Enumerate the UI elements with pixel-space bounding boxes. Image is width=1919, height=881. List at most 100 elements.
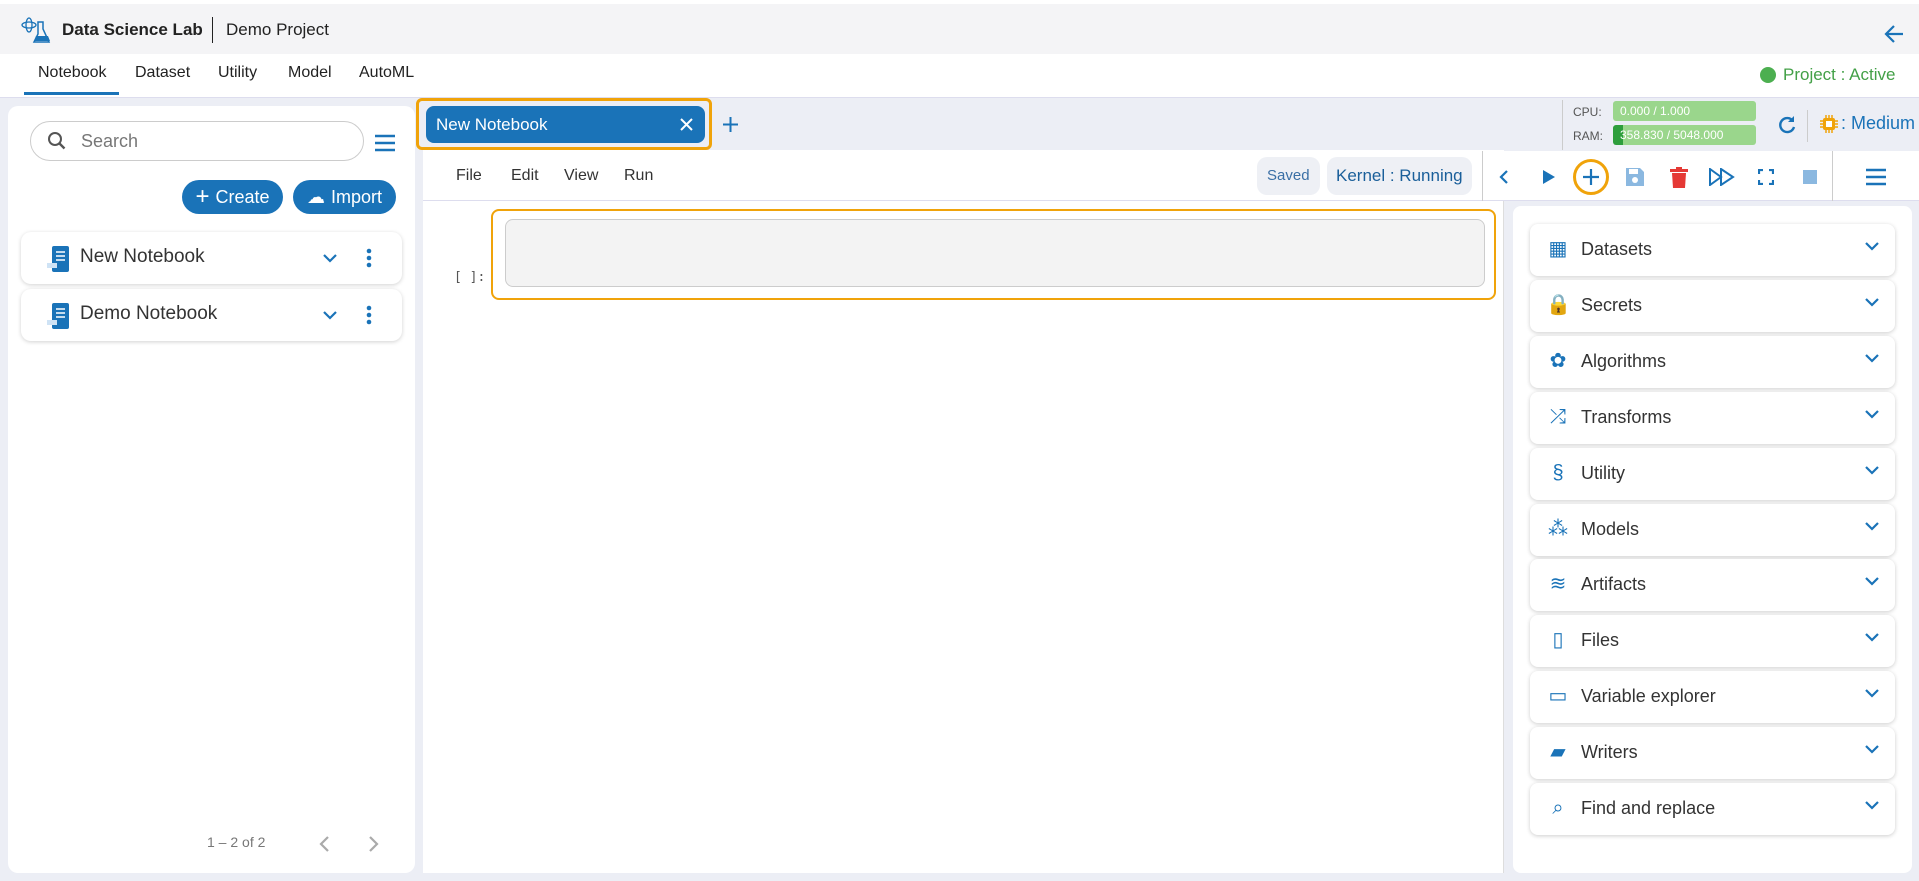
chevron-down-icon[interactable]	[1865, 689, 1879, 698]
notebook-item[interactable]: Demo Notebook	[21, 289, 402, 341]
tab-utility[interactable]: Utility	[218, 64, 257, 82]
divider	[1832, 151, 1833, 201]
notebook-list-panel	[8, 106, 415, 873]
chevron-down-icon[interactable]	[1865, 745, 1879, 754]
chevron-down-icon[interactable]	[1865, 354, 1879, 363]
accordion-label: Artifacts	[1581, 574, 1647, 595]
saved-status: Saved	[1257, 157, 1320, 195]
accordion-models[interactable]: ⁂ Models	[1530, 503, 1895, 556]
delete-icon[interactable]	[1665, 163, 1693, 191]
notebook-icon	[47, 303, 69, 329]
list-menu-icon[interactable]	[374, 134, 396, 152]
prev-page-icon[interactable]	[318, 835, 330, 853]
import-button[interactable]: ☁ Import	[293, 180, 396, 214]
file-icon: ▯	[1552, 629, 1564, 652]
accordion-algorithms[interactable]: ✿ Algorithms	[1530, 335, 1895, 388]
search-placeholder: Search	[81, 131, 139, 151]
top-bar: Data Science Lab Demo Project	[0, 0, 1919, 54]
divider	[1503, 201, 1504, 873]
accordion-files[interactable]: ▯ Files	[1530, 615, 1895, 668]
import-label: Import	[330, 186, 382, 207]
pagination-text: 1 – 2 of 2	[207, 834, 266, 850]
notebook-icon	[47, 246, 69, 272]
accordion-secrets[interactable]: 🔒 Secrets	[1530, 279, 1895, 332]
chevron-down-icon[interactable]	[323, 254, 337, 263]
panel-menu-icon[interactable]	[1862, 163, 1890, 191]
tab-automl[interactable]: AutoML	[359, 64, 414, 82]
find-icon: ⌕	[1552, 797, 1564, 819]
accordion-variable-explorer[interactable]: ▭ Variable explorer	[1530, 671, 1895, 724]
plus-icon: +	[195, 183, 210, 210]
chevron-down-icon[interactable]	[1865, 577, 1879, 586]
close-icon[interactable]	[680, 118, 693, 131]
add-tab-icon[interactable]	[722, 116, 739, 133]
accordion-label: Variable explorer	[1581, 686, 1716, 707]
menu-file[interactable]: File	[456, 167, 482, 185]
tab-model[interactable]: Model	[288, 64, 332, 82]
accordion-writers[interactable]: ▰ Writers	[1530, 727, 1895, 780]
accordion-find-and-replace[interactable]: ⌕ Find and replace	[1530, 783, 1895, 835]
menu-run[interactable]: Run	[624, 167, 653, 185]
chevron-down-icon[interactable]	[1865, 521, 1879, 531]
menu-edit[interactable]: Edit	[511, 167, 539, 185]
accordion-datasets[interactable]: ▦ Datasets	[1530, 224, 1895, 276]
ram-value: 358.830 / 5048.000	[1620, 128, 1724, 142]
create-button[interactable]: + Create	[182, 180, 283, 214]
shuffle-icon: ⤮	[1550, 405, 1566, 428]
more-vert-icon[interactable]	[366, 305, 372, 325]
kernel-status[interactable]: Kernel : Running	[1327, 157, 1472, 195]
search-input[interactable]: Search	[30, 121, 364, 161]
next-page-icon[interactable]	[368, 835, 380, 853]
accordion-label: Writers	[1581, 742, 1638, 763]
notebook-tab[interactable]: New Notebook	[426, 106, 705, 143]
menu-view[interactable]: View	[564, 167, 598, 185]
accordion-label: Find and replace	[1581, 798, 1716, 818]
accordion-artifacts[interactable]: ≋ Artifacts	[1530, 559, 1895, 612]
cpu-bar: 0.000 / 1.000	[1613, 101, 1756, 121]
fullscreen-icon[interactable]	[1752, 163, 1780, 191]
tab-dataset[interactable]: Dataset	[135, 64, 190, 82]
run-cell-icon[interactable]	[1535, 163, 1563, 191]
cpu-value: 0.000 / 1.000	[1620, 104, 1691, 118]
tab-label: New Notebook	[436, 115, 548, 134]
chevron-down-icon[interactable]	[1865, 409, 1879, 419]
code-cell-input[interactable]	[505, 219, 1485, 287]
accordion-utility[interactable]: § Utility	[1530, 447, 1895, 500]
accordion-label: Secrets	[1581, 294, 1643, 315]
stop-icon[interactable]	[1796, 163, 1824, 191]
variable-icon: ▭	[1548, 685, 1568, 708]
main-nav: Notebook Dataset Utility Model AutoML Pr…	[0, 54, 1919, 98]
project-status: Project : Active	[1783, 65, 1896, 84]
compute-size[interactable]: : Medium	[1841, 113, 1915, 134]
cpu-label: CPU:	[1573, 105, 1602, 119]
refresh-icon[interactable]	[1777, 115, 1797, 135]
notebook-name: New Notebook	[80, 246, 205, 267]
chevron-down-icon[interactable]	[1865, 465, 1879, 475]
accordion-transforms[interactable]: ⤮ Transforms	[1530, 391, 1895, 444]
accordion-label: Algorithms	[1581, 350, 1667, 371]
app-name: Data Science Lab	[62, 20, 203, 39]
graph-icon: ⁂	[1548, 517, 1568, 540]
chevron-down-icon[interactable]	[323, 311, 337, 320]
chevron-down-icon[interactable]	[1865, 801, 1879, 810]
status-dot-icon	[1760, 67, 1776, 83]
add-cell-icon[interactable]	[1577, 163, 1605, 191]
chevron-down-icon[interactable]	[1865, 298, 1879, 307]
chevron-left-icon[interactable]	[1490, 163, 1518, 191]
run-all-icon[interactable]	[1708, 163, 1736, 191]
notebook-name: Demo Notebook	[80, 303, 218, 324]
back-arrow-icon[interactable]	[1883, 23, 1905, 45]
python-icon: §	[1552, 461, 1564, 484]
resource-monitor: CPU: RAM: 0.000 / 1.000 358.830 / 5048.0…	[1562, 100, 1919, 150]
accordion-label: Utility	[1581, 462, 1625, 483]
more-vert-icon[interactable]	[366, 248, 372, 268]
tab-notebook[interactable]: Notebook	[24, 64, 119, 95]
save-icon[interactable]	[1621, 163, 1649, 191]
notebook-item[interactable]: New Notebook	[21, 232, 402, 284]
chevron-down-icon[interactable]	[1865, 633, 1879, 642]
layers-icon: ≋	[1549, 573, 1567, 596]
create-label: Create	[215, 186, 270, 207]
table-icon: ▦	[1548, 238, 1568, 260]
cell-prompt: [ ]:	[454, 270, 486, 285]
chevron-down-icon[interactable]	[1865, 242, 1879, 251]
